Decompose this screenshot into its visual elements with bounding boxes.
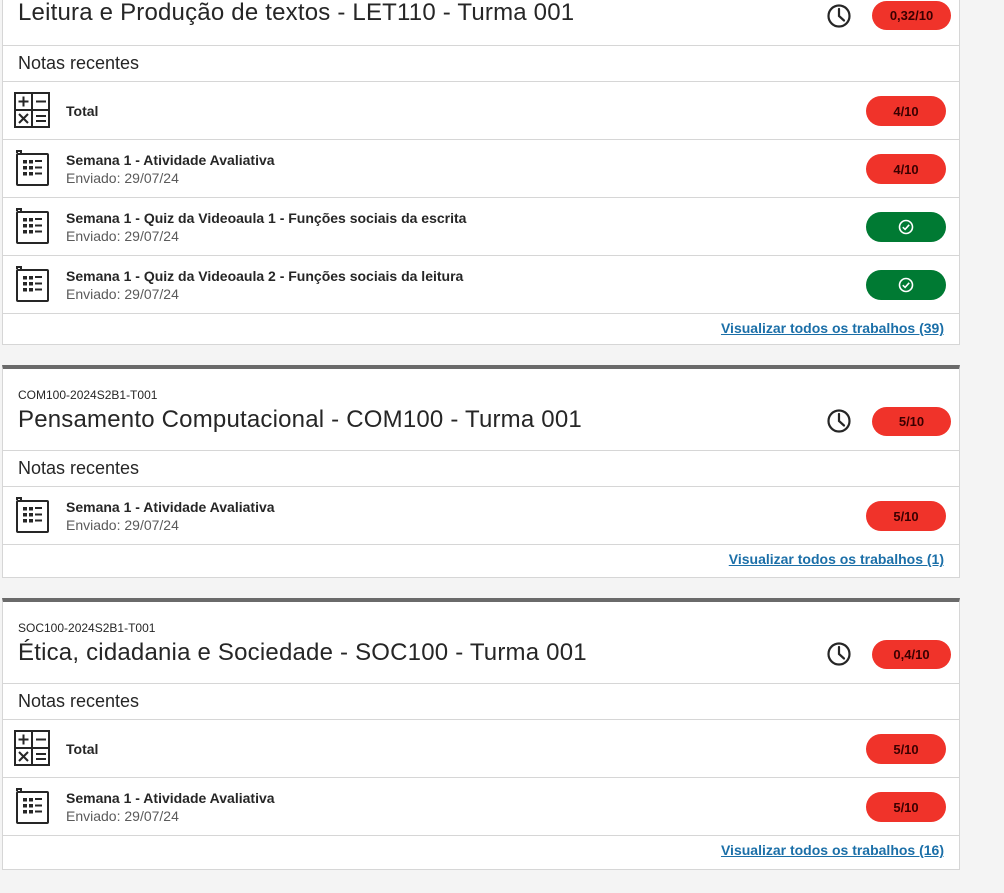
grade-row[interactable]: Semana 1 - Atividade Avaliativa Enviado:… <box>3 778 959 836</box>
course-title[interactable]: Ética, cidadania e Sociedade - SOC100 - … <box>18 639 587 667</box>
grade-pill[interactable]: 5/10 <box>866 501 946 531</box>
grade-pill[interactable]: 4/10 <box>866 154 946 184</box>
item-title[interactable]: Semana 1 - Atividade Avaliativa <box>66 790 275 806</box>
assignment-doc-icon <box>16 208 49 244</box>
item-title[interactable]: Semana 1 - Quiz da Videoaula 1 - Funções… <box>66 210 466 226</box>
clock-icon <box>827 642 851 666</box>
course-header: SOC100-2024S2B1-T001 Ética, cidadania e … <box>3 602 959 684</box>
completed-pill[interactable] <box>866 270 946 300</box>
recent-grades-label: Notas recentes <box>3 46 959 82</box>
course-card-com100: COM100-2024S2B1-T001 Pensamento Computac… <box>2 365 960 578</box>
grade-row[interactable]: Semana 1 - Atividade Avaliativa Enviado:… <box>3 140 959 198</box>
view-all-link[interactable]: Visualizar todos os trabalhos (16) <box>721 842 944 858</box>
check-icon <box>898 219 914 235</box>
item-title: Total <box>66 741 99 757</box>
view-all-link[interactable]: Visualizar todos os trabalhos (39) <box>721 320 944 336</box>
clock-icon <box>827 409 851 433</box>
assignment-doc-icon <box>16 150 49 186</box>
submitted-date: Enviado: 29/07/24 <box>66 286 179 302</box>
grade-pill[interactable]: 5/10 <box>866 734 946 764</box>
card-footer: Visualizar todos os trabalhos (16) <box>3 836 959 866</box>
grade-pill[interactable]: 4/10 <box>866 96 946 126</box>
clock-icon <box>827 4 851 28</box>
grade-row[interactable]: Semana 1 - Atividade Avaliativa Enviado:… <box>3 487 959 545</box>
check-icon <box>898 277 914 293</box>
calculator-icon <box>14 730 50 766</box>
course-code: COM100-2024S2B1-T001 <box>18 388 158 402</box>
course-card-let110: Leitura e Produção de textos - LET110 - … <box>2 0 960 345</box>
course-title[interactable]: Pensamento Computacional - COM100 - Turm… <box>18 406 582 434</box>
course-code: SOC100-2024S2B1-T001 <box>18 621 156 635</box>
overall-grade-badge[interactable]: 0,4/10 <box>872 640 951 669</box>
submitted-date: Enviado: 29/07/24 <box>66 808 179 824</box>
submitted-date: Enviado: 29/07/24 <box>66 170 179 186</box>
card-footer: Visualizar todos os trabalhos (1) <box>3 545 959 575</box>
assignment-doc-icon <box>16 266 49 302</box>
item-title[interactable]: Semana 1 - Quiz da Videoaula 2 - Funções… <box>66 268 463 284</box>
course-header: COM100-2024S2B1-T001 Pensamento Computac… <box>3 369 959 451</box>
calculator-icon <box>14 92 50 128</box>
assignment-doc-icon <box>16 788 49 824</box>
grade-pill[interactable]: 5/10 <box>866 792 946 822</box>
overall-grade-badge[interactable]: 0,32/10 <box>872 1 951 30</box>
card-footer: Visualizar todos os trabalhos (39) <box>3 314 959 344</box>
item-title: Total <box>66 103 99 119</box>
item-title[interactable]: Semana 1 - Atividade Avaliativa <box>66 499 275 515</box>
submitted-date: Enviado: 29/07/24 <box>66 517 179 533</box>
assignment-doc-icon <box>16 497 49 533</box>
course-title[interactable]: Leitura e Produção de textos - LET110 - … <box>18 0 574 27</box>
overall-grade-badge[interactable]: 5/10 <box>872 407 951 436</box>
view-all-link[interactable]: Visualizar todos os trabalhos (1) <box>729 551 944 567</box>
item-title[interactable]: Semana 1 - Atividade Avaliativa <box>66 152 275 168</box>
recent-grades-label: Notas recentes <box>3 684 959 720</box>
grade-row[interactable]: Semana 1 - Quiz da Videoaula 1 - Funções… <box>3 198 959 256</box>
grade-row-total[interactable]: Total 5/10 <box>3 720 959 778</box>
course-card-soc100: SOC100-2024S2B1-T001 Ética, cidadania e … <box>2 598 960 870</box>
submitted-date: Enviado: 29/07/24 <box>66 228 179 244</box>
course-header: Leitura e Produção de textos - LET110 - … <box>3 0 959 46</box>
recent-grades-label: Notas recentes <box>3 451 959 487</box>
completed-pill[interactable] <box>866 212 946 242</box>
grade-row-total[interactable]: Total 4/10 <box>3 82 959 140</box>
grade-row[interactable]: Semana 1 - Quiz da Videoaula 2 - Funções… <box>3 256 959 314</box>
